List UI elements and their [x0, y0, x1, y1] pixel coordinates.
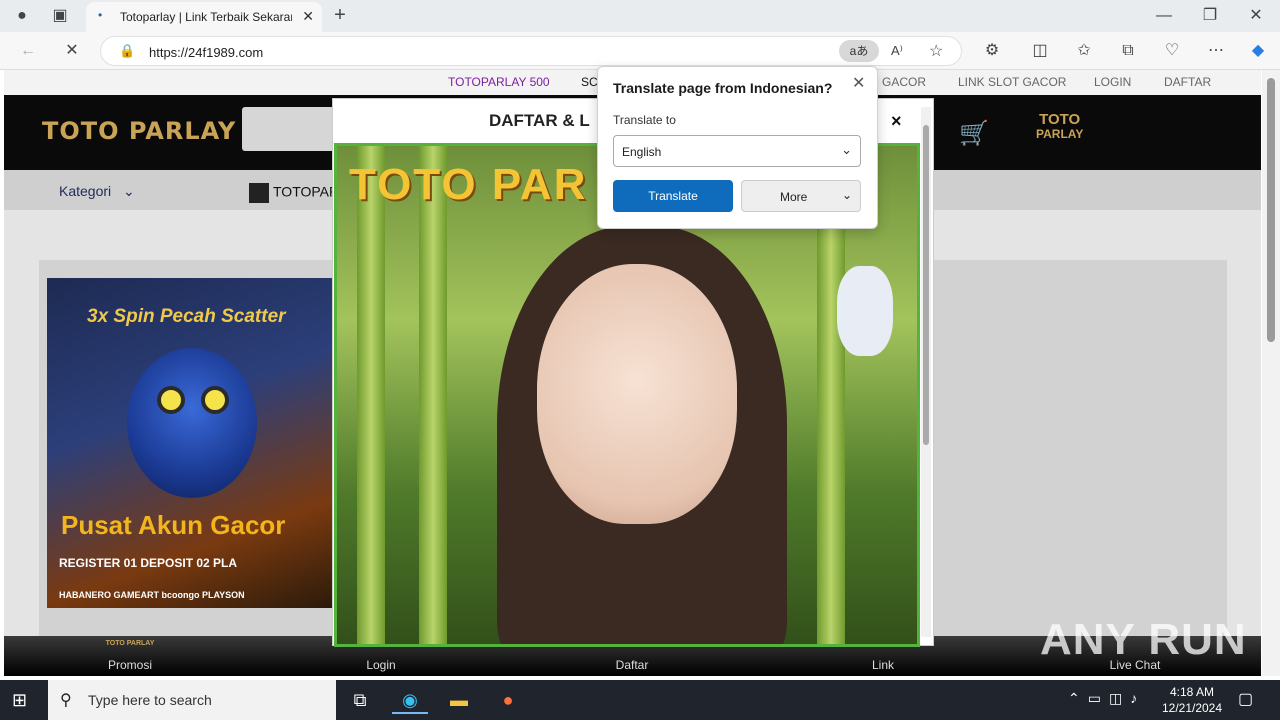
bottom-nav-promosi[interactable]: Promosi	[90, 658, 170, 672]
modal-scrollbar-thumb[interactable]	[923, 125, 929, 445]
banner-top-text: 3x Spin Pecah Scatter	[87, 306, 286, 327]
read-aloud-icon[interactable]: A⁾	[891, 43, 903, 59]
topnav-link-slot-gacor[interactable]: LINK SLOT GACOR	[958, 75, 1066, 89]
taskbar-search[interactable]: ⚲ Type here to search	[48, 680, 336, 720]
performance-icon[interactable]: ♡	[1160, 41, 1184, 61]
lock-icon[interactable]: 🔒	[119, 43, 135, 59]
promo-banner[interactable]: 3x Spin Pecah Scatter Pusat Akun Gacor R…	[47, 278, 337, 608]
kategori-label: Kategori	[59, 183, 112, 199]
omnibox[interactable]: 🔒 https://24f1989.com aあ A⁾ ☆	[100, 36, 962, 66]
topnav-link-login[interactable]: LOGIN	[1094, 75, 1131, 89]
translate-icon[interactable]: aあ	[839, 40, 879, 62]
translate-title: Translate page from Indonesian?	[613, 80, 833, 96]
tab-actions-icon[interactable]: ▣	[48, 6, 72, 26]
clock-time: 4:18 AM	[1169, 685, 1215, 699]
extensions-icon[interactable]: ⚙	[980, 41, 1004, 61]
woman-face	[537, 264, 737, 524]
cart-icon[interactable]: 🛒	[959, 119, 989, 148]
monster-eye-right	[201, 386, 229, 414]
clock-date: 12/21/2024	[1161, 701, 1223, 715]
taskbar-search-placeholder: Type here to search	[88, 692, 212, 708]
translate-button[interactable]: Translate	[613, 180, 733, 212]
search-icon: ⚲	[60, 692, 72, 709]
tray-network-icon[interactable]: ▭	[1088, 690, 1109, 706]
page-scrollbar[interactable]	[1262, 70, 1280, 676]
modal-title: DAFTAR & L	[489, 111, 590, 130]
more-menu-icon[interactable]: ⋯	[1204, 41, 1228, 61]
translate-language-select[interactable]: English ⌄	[613, 135, 861, 167]
close-tab-icon[interactable]: ✕	[302, 8, 314, 25]
topnav-link-totoparlay500[interactable]: TOTOPARLAY 500	[448, 75, 550, 89]
favorite-star-icon[interactable]: ☆	[929, 41, 943, 61]
restore-icon[interactable]: ❐	[1198, 6, 1222, 26]
windows-taskbar: ⊞ ⚲ Type here to search ⧉ ◉ ▬ ● ⌃▭◫♪ 4:1…	[0, 680, 1280, 720]
anyrun-watermark: ANY RUN	[1040, 615, 1247, 664]
copilot-icon[interactable]: ◆	[1246, 41, 1270, 61]
tab-bar: ● ▣ • Totoparlay | Link Terbaik Sekarang…	[0, 0, 1280, 32]
banner-steps: REGISTER 01 DEPOSIT 02 PLA	[59, 556, 238, 570]
tray-volume-icon[interactable]: ♪	[1130, 690, 1145, 706]
window-close-icon[interactable]: ✕	[1244, 6, 1268, 26]
bamboo-left-2	[419, 146, 447, 644]
banner-providers: HABANERO GAMEART bcoongo PLAYSON	[59, 590, 245, 600]
topnav-link-sc[interactable]: SC	[581, 75, 598, 89]
translate-to-label: Translate to	[613, 113, 676, 127]
new-tab-icon[interactable]: +	[328, 5, 352, 25]
task-view-icon[interactable]: ⧉	[342, 686, 378, 714]
collections-icon[interactable]: ⧉	[1116, 41, 1140, 61]
file-explorer-icon[interactable]: ▬	[441, 686, 477, 714]
monster-illustration	[127, 348, 257, 498]
edge-icon[interactable]: ◉	[392, 686, 428, 714]
bottom-nav-link[interactable]: Link	[843, 658, 923, 672]
site-logo[interactable]: TOTO PARLAY	[42, 117, 236, 145]
chevron-down-icon: ⌄	[841, 188, 852, 202]
astronaut-icon	[837, 266, 893, 356]
url-text[interactable]: https://24f1989.com	[149, 45, 263, 60]
profile-icon[interactable]: ●	[10, 6, 34, 26]
kategori-dropdown[interactable]: Kategori ⌄	[59, 183, 135, 200]
chevron-down-icon: ⌄	[841, 142, 852, 157]
bamboo-left	[357, 146, 385, 644]
topnav-link-gacor[interactable]: GACOR	[882, 75, 926, 89]
promosi-logo-icon: TOTO PARLAY	[105, 640, 155, 647]
bottom-nav-login[interactable]: Login	[341, 658, 421, 672]
category-link-label: TOTOPAR	[273, 183, 340, 200]
more-button[interactable]: More ⌄	[741, 180, 861, 212]
windows-start-icon[interactable]: ⊞	[12, 690, 27, 711]
modal-scrollbar[interactable]	[921, 107, 931, 637]
small-logo-line2: PARLAY	[1036, 127, 1084, 141]
header-small-logo[interactable]: TOTO PARLAY	[1036, 111, 1084, 141]
loading-icon: •	[98, 8, 103, 22]
translate-close-icon[interactable]: ✕	[852, 73, 865, 93]
selected-language: English	[622, 145, 662, 159]
category-link[interactable]: TOTOPAR	[249, 183, 339, 203]
tab-title: Totoparlay | Link Terbaik Sekarang	[120, 10, 292, 24]
stop-loading-icon[interactable]: ✕	[60, 41, 84, 61]
banner-headline: Pusat Akun Gacor	[61, 510, 286, 540]
translate-flyout: Translate page from Indonesian? ✕ Transl…	[597, 66, 878, 229]
minimize-icon[interactable]: —	[1152, 6, 1176, 26]
notification-icon[interactable]: ▢	[1238, 689, 1253, 709]
bottom-nav-daftar[interactable]: Daftar	[592, 658, 672, 672]
category-logo-icon	[249, 183, 269, 203]
back-icon[interactable]: ←	[16, 41, 40, 61]
modal-image-brand: TOTO PAR	[349, 160, 588, 209]
topnav-link-daftar[interactable]: DAFTAR	[1164, 75, 1211, 89]
monster-eye-left	[157, 386, 185, 414]
system-tray[interactable]: ⌃▭◫♪	[1068, 690, 1145, 707]
taskbar-clock[interactable]: 4:18 AM 12/21/2024	[1160, 684, 1224, 716]
address-bar: ← ✕ 🔒 https://24f1989.com aあ A⁾ ☆ ⚙ ◫ ✩ …	[0, 32, 1280, 70]
modal-close-icon[interactable]: ×	[891, 111, 902, 132]
browser-tab[interactable]: • Totoparlay | Link Terbaik Sekarang ✕	[86, 2, 322, 32]
more-button-label: More	[780, 190, 808, 204]
page-scrollbar-thumb[interactable]	[1267, 78, 1275, 342]
tray-chevron-up-icon[interactable]: ⌃	[1068, 690, 1088, 706]
split-screen-icon[interactable]: ◫	[1028, 41, 1052, 61]
favorites-icon[interactable]: ✩	[1072, 41, 1096, 61]
chevron-down-icon: ⌄	[123, 183, 135, 199]
tray-wifi-icon[interactable]: ◫	[1109, 690, 1130, 706]
small-logo-line1: TOTO	[1039, 111, 1081, 128]
firefox-icon[interactable]: ●	[490, 686, 526, 714]
